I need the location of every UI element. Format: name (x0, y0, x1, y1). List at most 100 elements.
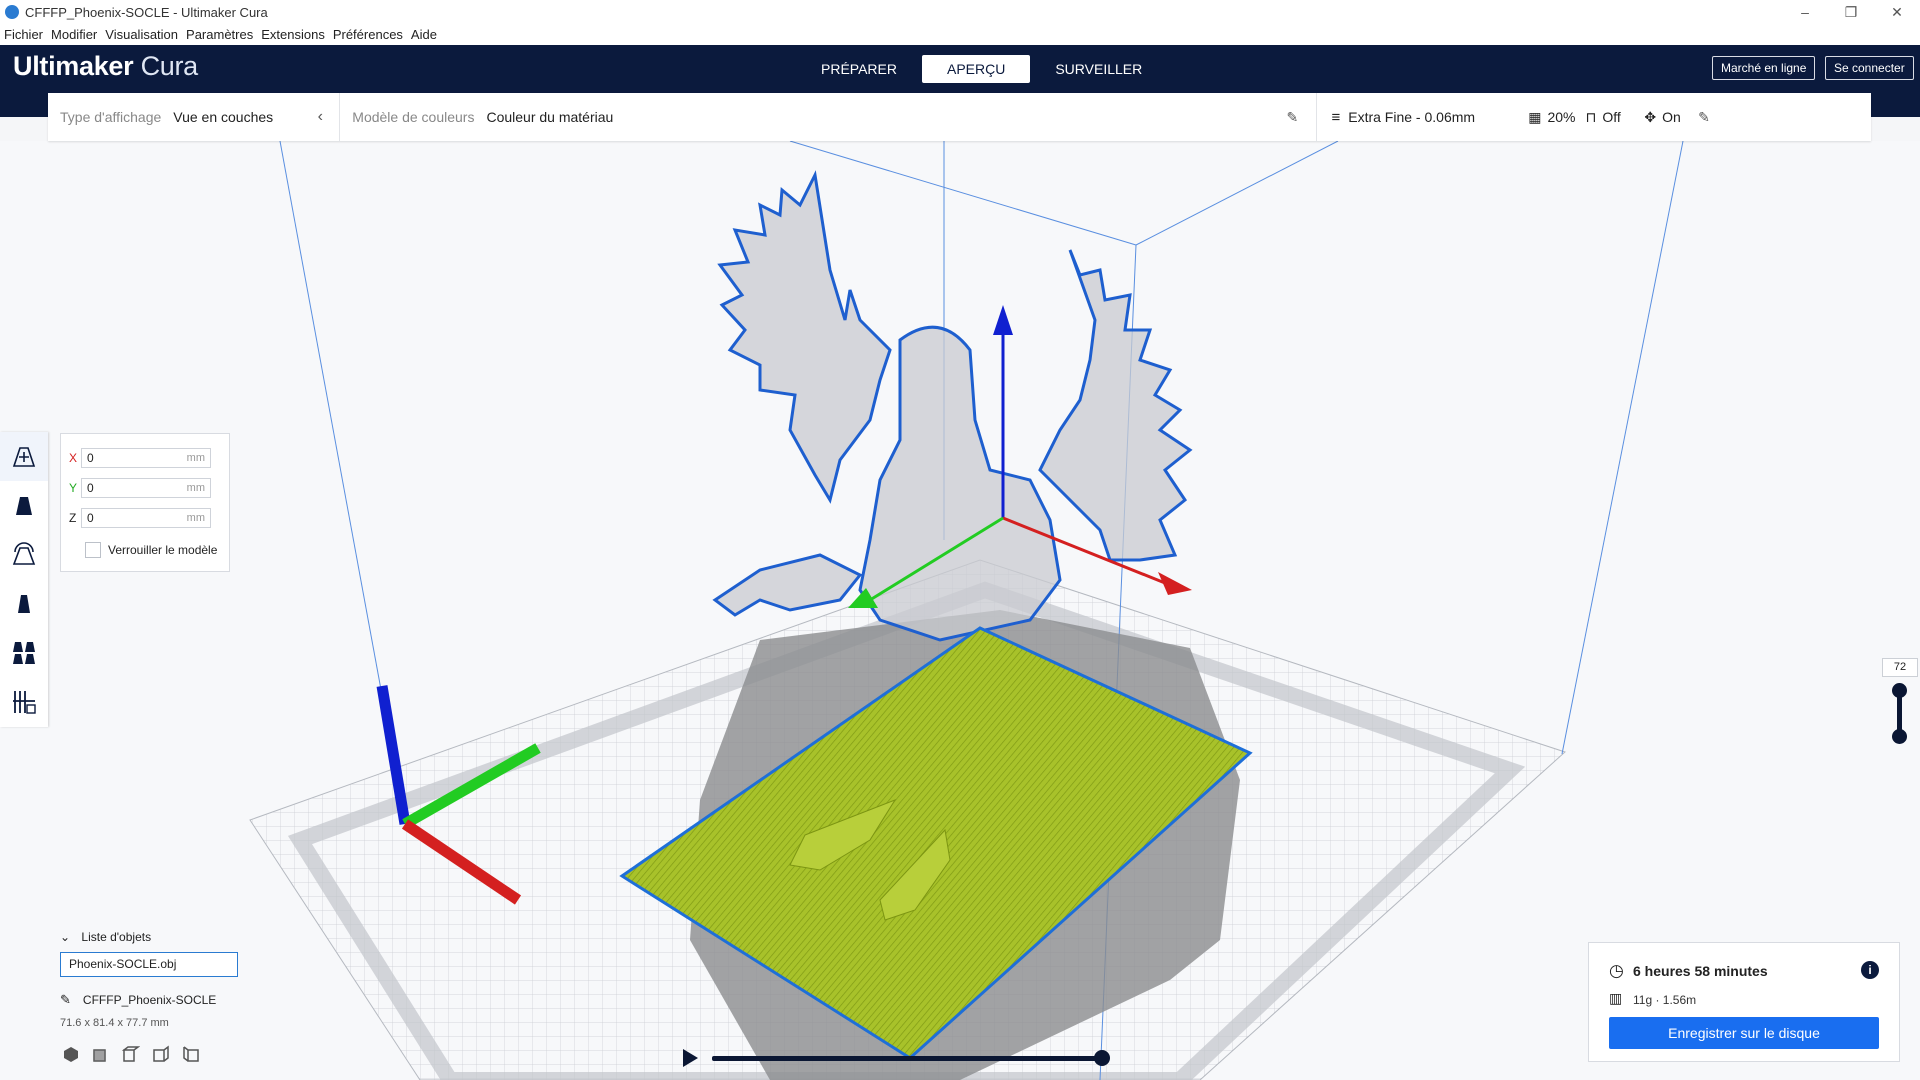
y-axis-label: Y (69, 481, 78, 495)
print-info-panel: ◷ 6 heures 58 minutes i ▥ 11g · 1.56m En… (1588, 942, 1900, 1062)
tab-surveiller[interactable]: SURVEILLER (1030, 55, 1167, 83)
window-title: CFFFP_Phoenix-SOCLE - Ultimaker Cura (25, 4, 268, 20)
scene-render (249, 141, 1684, 1080)
x-input[interactable]: 0 mm (81, 448, 211, 468)
layer-number[interactable]: 72 (1882, 658, 1918, 677)
move-icon (12, 446, 36, 467)
layer-slider-upper-handle[interactable] (1892, 683, 1907, 698)
per-model-settings-tool[interactable] (0, 628, 48, 677)
simulation-slider-track[interactable] (712, 1056, 1102, 1061)
rotate-tool[interactable] (0, 530, 48, 579)
y-value: 0 (87, 481, 94, 495)
play-icon[interactable] (681, 1048, 699, 1068)
view-type-label: Type d'affichage (60, 109, 162, 125)
view-options-bar: Type d'affichage Vue en couches ‹ Modèle… (48, 93, 1871, 141)
front-view-icon[interactable] (92, 1045, 110, 1063)
y-unit: mm (186, 482, 205, 494)
infill-icon: ▦ (1528, 108, 1542, 125)
material-usage: 11g · 1.56m (1633, 993, 1697, 1007)
divider (339, 93, 341, 141)
layer-slider-lower-handle[interactable] (1892, 729, 1907, 744)
print-settings-button[interactable]: ≡ Extra Fine - 0.06mm ▦ 20% ⊓ Off ✥ On ✎ (1331, 109, 1709, 126)
object-list-item[interactable]: Phoenix-SOCLE.obj (60, 952, 238, 977)
x-value: 0 (87, 451, 94, 465)
right-view-icon[interactable] (182, 1045, 200, 1063)
z-axis-label: Z (69, 511, 77, 525)
z-value: 0 (87, 511, 94, 525)
top-view-icon[interactable] (121, 1045, 141, 1063)
brand-light: Cura (140, 51, 199, 81)
menu-modifier[interactable]: Modifier (47, 27, 101, 42)
scale-tool[interactable] (0, 481, 48, 530)
clock-icon: ◷ (1609, 961, 1624, 980)
cura-app-icon (5, 5, 19, 19)
menu-aide[interactable]: Aide (407, 27, 441, 42)
lock-model-checkbox[interactable] (85, 542, 101, 558)
lock-model-label: Verrouiller le modèle (108, 543, 218, 557)
brand-logo: Ultimaker Cura (13, 51, 198, 82)
rotate-icon (12, 541, 36, 565)
y-row: Y 0 mm (69, 478, 211, 498)
minimize-button[interactable]: – (1782, 0, 1828, 24)
simulation-slider-handle[interactable] (1094, 1050, 1110, 1066)
support-blocker-tool[interactable] (0, 677, 48, 726)
left-view-icon[interactable] (152, 1045, 170, 1063)
collapse-chevron-icon[interactable]: ‹ (301, 108, 339, 126)
menu-preferences[interactable]: Préférences (329, 27, 407, 42)
menu-parametres[interactable]: Paramètres (182, 27, 257, 42)
pencil-icon: ✎ (60, 992, 71, 1007)
job-name: CFFFP_Phoenix-SOCLE (82, 993, 217, 1007)
x-row: X 0 mm (69, 448, 211, 468)
3d-view-icon[interactable] (62, 1045, 80, 1063)
profile-bars-icon: ≡ (1331, 108, 1341, 126)
spool-icon: ▥ (1609, 990, 1623, 1006)
tab-preparer[interactable]: PRÉPARER (796, 55, 922, 83)
support-value: Off (1602, 109, 1621, 125)
edit-settings-icon: ✎ (1698, 108, 1710, 125)
color-scheme-dropdown[interactable]: Couleur du matériau (486, 109, 1286, 125)
z-input[interactable]: 0 mm (81, 508, 211, 528)
info-icon[interactable]: i (1861, 961, 1879, 979)
move-panel: X 0 mm Y 0 mm Z 0 mm Verrouiller le modè… (60, 433, 230, 572)
z-unit: mm (186, 512, 205, 524)
edit-pencil-icon[interactable]: ✎ (1286, 109, 1306, 126)
signin-button[interactable]: Se connecter (1825, 56, 1914, 80)
support-icon: ⊓ (1585, 108, 1597, 125)
brand-bold: Ultimaker (13, 51, 134, 81)
color-scheme-label: Modèle de couleurs (352, 109, 475, 125)
per-model-settings-icon (13, 641, 35, 664)
menu-extensions[interactable]: Extensions (257, 27, 329, 42)
tool-bar (0, 432, 48, 727)
mirror-tool[interactable] (0, 579, 48, 628)
x-axis-label: X (69, 451, 78, 465)
window-controls: – ❐ ✕ (1782, 0, 1920, 24)
move-tool[interactable] (0, 432, 48, 481)
save-to-disk-button[interactable]: Enregistrer sur le disque (1609, 1017, 1879, 1049)
marketplace-button[interactable]: Marché en ligne (1712, 56, 1816, 80)
3d-viewport[interactable] (0, 141, 1920, 1080)
tab-apercu[interactable]: APERÇU (921, 55, 1031, 83)
menu-bar: Fichier Modifier Visualisation Paramètre… (0, 24, 1920, 45)
phoenix-model (712, 170, 1193, 642)
y-input[interactable]: 0 mm (81, 478, 211, 498)
close-button[interactable]: ✕ (1874, 0, 1920, 24)
print-time: 6 heures 58 minutes (1633, 963, 1768, 979)
view-type-dropdown[interactable]: Vue en couches (173, 109, 301, 125)
camera-view-buttons (62, 1045, 200, 1063)
job-name-row[interactable]: ✎ CFFFP_Phoenix-SOCLE (60, 992, 216, 1008)
title-bar: CFFFP_Phoenix-SOCLE - Ultimaker Cura – ❐… (0, 0, 1920, 24)
support-blocker-icon (13, 690, 36, 714)
z-row: Z 0 mm (69, 508, 211, 528)
scale-icon (16, 496, 32, 515)
menu-fichier[interactable]: Fichier (0, 27, 47, 42)
adhesion-icon: ✥ (1644, 108, 1657, 125)
profile-label: Extra Fine - 0.06mm (1348, 109, 1476, 125)
stage-tabs: PRÉPARER APERÇU SURVEILLER (796, 55, 1167, 83)
lock-model-row[interactable]: Verrouiller le modèle (85, 542, 217, 558)
x-unit: mm (186, 452, 205, 464)
infill-value: 20% (1547, 109, 1576, 125)
divider (1316, 93, 1318, 141)
menu-visualisation[interactable]: Visualisation (101, 27, 182, 42)
restore-button[interactable]: ❐ (1828, 0, 1874, 24)
object-list-toggle[interactable]: ⌄ Liste d'objets (60, 930, 260, 944)
